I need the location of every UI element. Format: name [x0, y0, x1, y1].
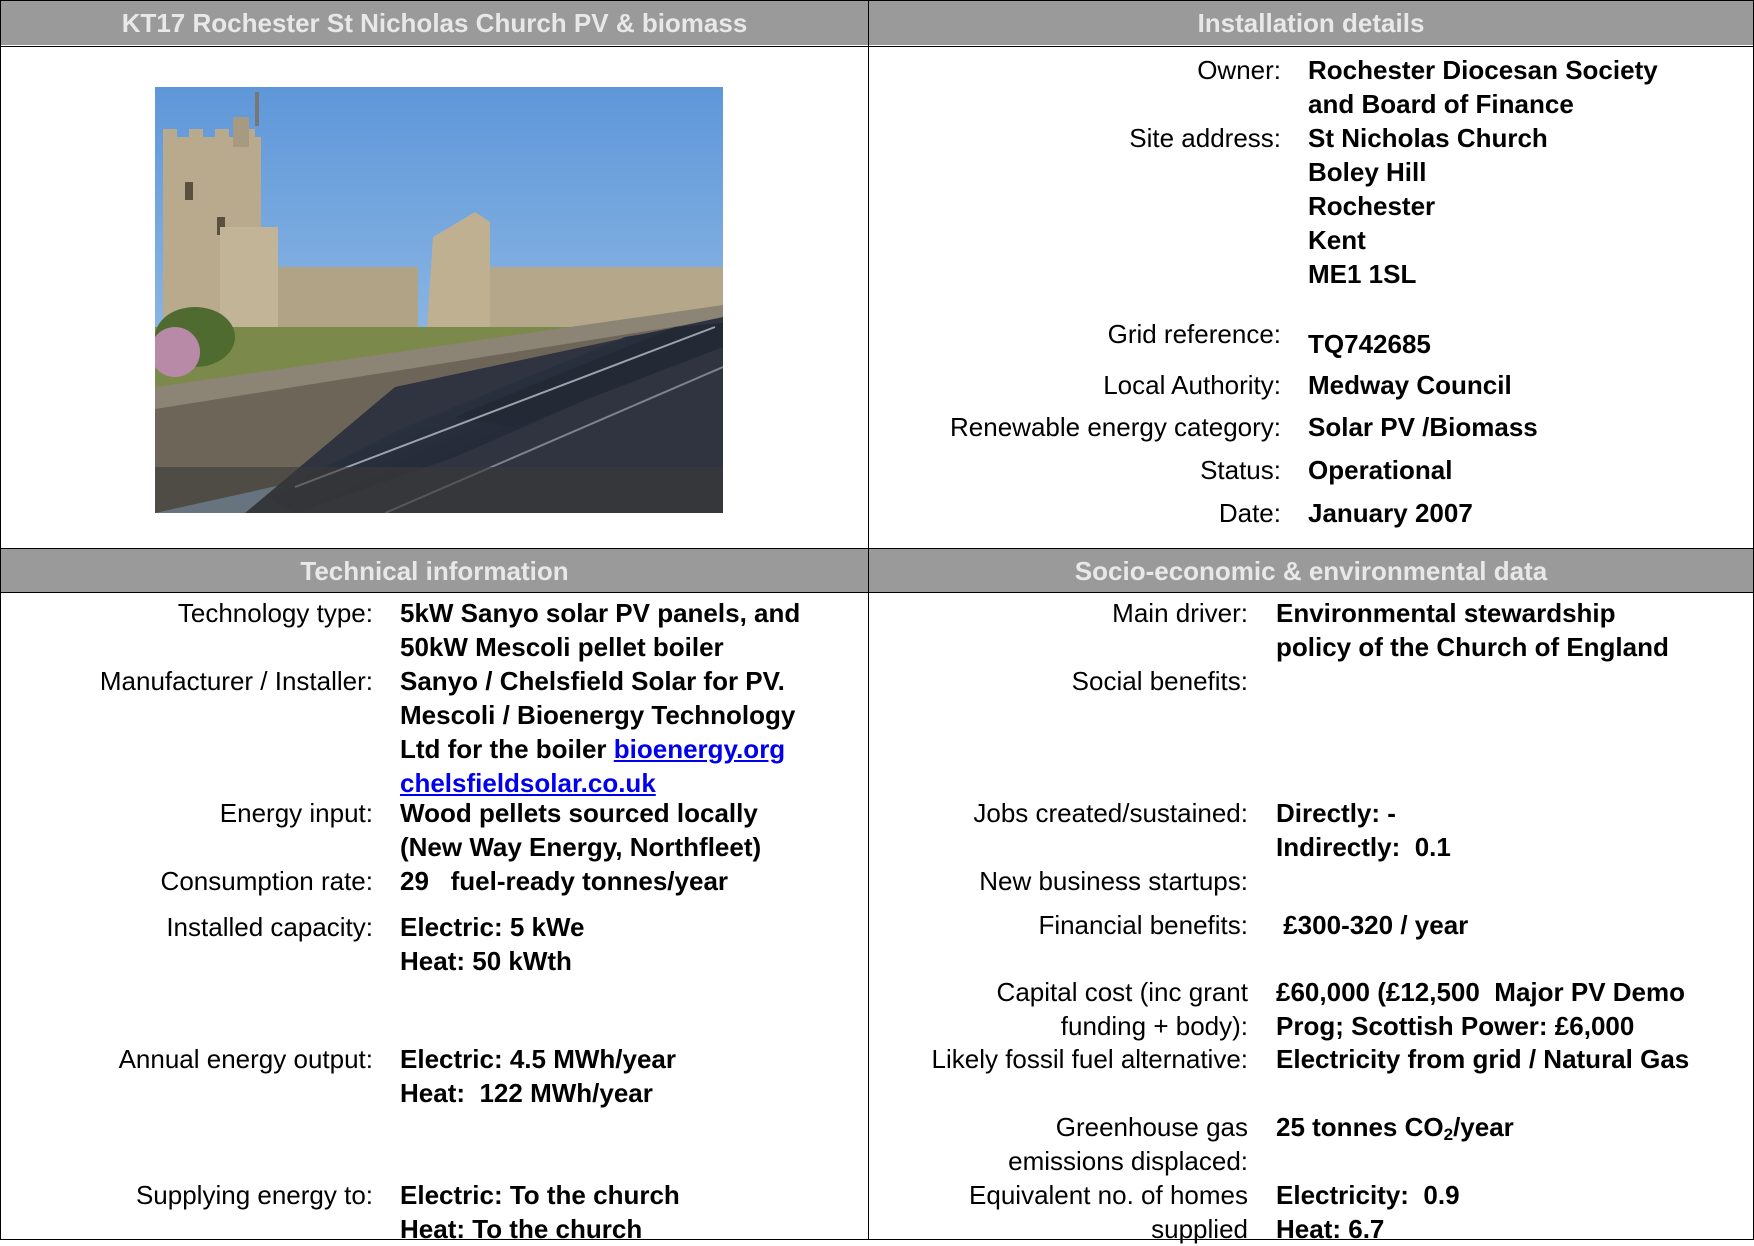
capital-cost-value: £60,000 (£12,500 Major PV Demo Prog; Sco…	[1276, 977, 1686, 1041]
grid-reference-label: Grid reference:	[1107, 319, 1281, 349]
energy-input-value: Wood pellets sourced locally (New Way En…	[400, 798, 762, 862]
energy-input-label: Energy input:	[219, 798, 373, 828]
financial-benefits-value: £300-320 / year	[1276, 910, 1469, 940]
local-authority-value: Medway Council	[1308, 370, 1512, 400]
local-authority-label: Local Authority:	[1103, 370, 1281, 400]
date-label: Date:	[1218, 498, 1281, 528]
column-divider	[868, 0, 869, 1240]
site-address-value: St Nicholas Church Boley Hill Rochester …	[1308, 123, 1548, 289]
fossil-fuel-value: Electricity from grid / Natural Gas	[1276, 1044, 1690, 1074]
ghg-subscript: 2	[1443, 1125, 1454, 1144]
installed-capacity-label: Installed capacity:	[166, 912, 373, 942]
installation-details-header: Installation details	[869, 1, 1753, 45]
status-value: Operational	[1308, 455, 1453, 485]
social-benefits-label: Social benefits:	[1071, 666, 1248, 696]
supplying-energy-value: Electric: To the church Heat: To the chu…	[400, 1180, 680, 1244]
consumption-rate-label: Consumption rate:	[160, 866, 373, 896]
greenhouse-gas-label: Greenhouse gas emissions displaced:	[1008, 1112, 1248, 1176]
fossil-fuel-label: Likely fossil fuel alternative:	[931, 1044, 1248, 1074]
ghg-unit: /year	[1453, 1112, 1514, 1142]
technical-information-header: Technical information	[1, 549, 868, 592]
bioenergy-link[interactable]: bioenergy.org	[614, 734, 785, 764]
technology-type-value: 5kW Sanyo solar PV panels, and 50kW Mesc…	[400, 598, 801, 662]
greenhouse-gas-value: 25 tonnes CO2/year	[1276, 1110, 1514, 1144]
supplying-energy-label: Supplying energy to:	[135, 1180, 373, 1210]
equivalent-homes-value: Electricity: 0.9 Heat: 6.7	[1276, 1180, 1460, 1244]
capital-cost-label: Capital cost (inc grant funding + body):	[996, 977, 1248, 1041]
main-driver-label: Main driver:	[1112, 598, 1248, 628]
chelsfieldsolar-link[interactable]: chelsfieldsolar.co.uk	[400, 768, 656, 798]
site-photo	[155, 87, 723, 513]
date-value: January 2007	[1308, 498, 1473, 528]
owner-value: Rochester Diocesan Society and Board of …	[1308, 55, 1658, 119]
installed-capacity-value: Electric: 5 kWe Heat: 50 kWth	[400, 912, 585, 976]
main-driver-value: Environmental stewardship policy of the …	[1276, 598, 1669, 662]
consumption-rate-value: 29 fuel-ready tonnes/year	[400, 866, 729, 896]
socio-economic-header: Socio-economic & environmental data	[869, 549, 1753, 592]
owner-label: Owner:	[1197, 55, 1281, 85]
business-startups-label: New business startups:	[979, 866, 1248, 896]
row-divider	[0, 592, 1754, 593]
status-label: Status:	[1200, 455, 1281, 485]
row-divider	[0, 46, 1754, 47]
jobs-created-value: Directly: - Indirectly: 0.1	[1276, 798, 1451, 862]
manufacturer-value: Sanyo / Chelsfield Solar for PV. Mescoli…	[400, 664, 795, 800]
annual-output-value: Electric: 4.5 MWh/year Heat: 122 MWh/yea…	[400, 1044, 676, 1108]
annual-output-label: Annual energy output:	[118, 1044, 373, 1074]
site-address-label: Site address:	[1129, 123, 1281, 153]
energy-category-value: Solar PV /Biomass	[1308, 412, 1538, 442]
equivalent-homes-label: Equivalent no. of homes supplied	[969, 1180, 1248, 1244]
grid-reference-value: TQ742685	[1308, 329, 1431, 359]
jobs-created-label: Jobs created/sustained:	[973, 798, 1248, 828]
energy-category-label: Renewable energy category:	[950, 412, 1281, 442]
page-title: KT17 Rochester St Nicholas Church PV & b…	[1, 1, 868, 45]
ghg-text: 25 tonnes CO	[1276, 1112, 1444, 1142]
financial-benefits-label: Financial benefits:	[1038, 910, 1248, 940]
technology-type-label: Technology type:	[177, 598, 373, 628]
manufacturer-label: Manufacturer / Installer:	[99, 666, 373, 696]
